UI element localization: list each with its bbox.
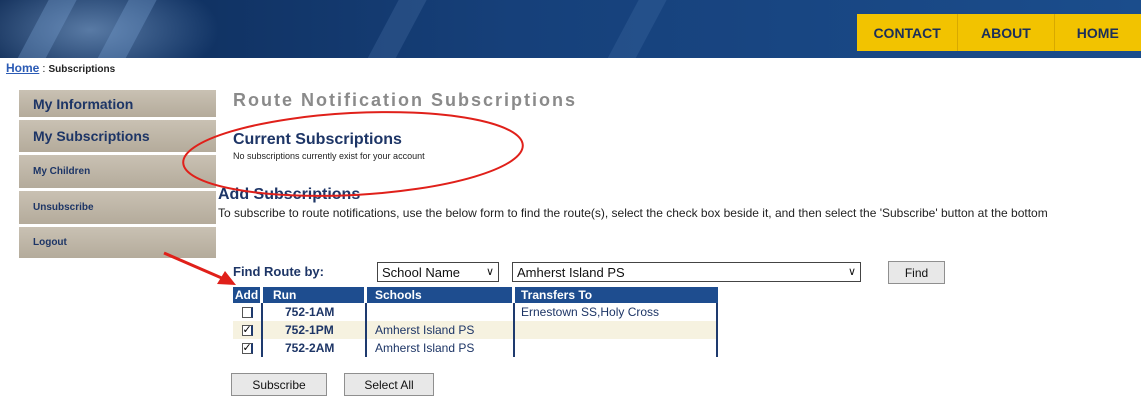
select-all-button[interactable]: Select All — [344, 373, 434, 396]
header-stripe — [590, 0, 678, 58]
route-checkbox[interactable]: ✓ — [241, 323, 253, 336]
schools-cell — [367, 303, 515, 321]
transfers-cell — [515, 339, 718, 357]
header-run: Run — [263, 287, 367, 303]
school-select-value: Amherst Island PS — [517, 264, 625, 280]
sidebar-item-logout[interactable]: Logout — [19, 227, 216, 261]
add-cell: ✓ — [233, 339, 263, 357]
site-header: CONTACT ABOUT HOME — [0, 0, 1141, 58]
find-button[interactable]: Find — [888, 261, 945, 284]
current-subscriptions-heading: Current Subscriptions — [233, 131, 402, 148]
header-transfers: Transfers To — [521, 288, 593, 302]
run-cell: 752-1AM — [263, 303, 367, 321]
header-stripe — [350, 0, 438, 58]
route-checkbox[interactable]: ✓ — [241, 341, 253, 354]
school-select[interactable]: Amherst Island PS ∨ — [512, 262, 861, 282]
add-cell: ✓ — [233, 321, 263, 339]
add-cell — [233, 303, 263, 321]
table-row: ✓ 752-1PM Amherst Island PS — [233, 321, 718, 339]
nav-contact[interactable]: CONTACT — [857, 14, 959, 51]
sidebar: My Information My Subscriptions My Child… — [19, 90, 216, 261]
header-add: Add — [233, 287, 263, 303]
sidebar-item-my-information[interactable]: My Information — [19, 90, 216, 120]
checkmark-icon: ✓ — [242, 323, 252, 336]
sidebar-item-my-subscriptions[interactable]: My Subscriptions — [19, 120, 216, 155]
table-header: Add Run Schools Transfers To — [233, 287, 718, 303]
subscribe-button[interactable]: Subscribe — [231, 373, 327, 396]
top-navbar: CONTACT ABOUT HOME — [857, 14, 1141, 51]
schools-cell: Amherst Island PS — [367, 339, 515, 357]
routes-table: Add Run Schools Transfers To 752-1AM Ern… — [233, 287, 718, 357]
run-cell: 752-1PM — [263, 321, 367, 339]
breadcrumb: Home : Subscriptions — [6, 61, 115, 75]
transfers-cell: Ernestown SS,Holy Cross — [515, 303, 718, 321]
nav-about[interactable]: ABOUT — [958, 14, 1055, 51]
run-cell: 752-2AM — [263, 339, 367, 357]
chevron-down-icon: ∨ — [485, 266, 494, 278]
sidebar-item-unsubscribe[interactable]: Unsubscribe — [19, 191, 216, 227]
sidebar-item-my-children[interactable]: My Children — [19, 155, 216, 191]
header-schools: Schools — [367, 287, 515, 303]
breadcrumb-current: Subscriptions — [48, 64, 116, 75]
find-route-label: Find Route by: — [233, 264, 324, 279]
find-by-select[interactable]: School Name ∨ — [377, 262, 499, 282]
breadcrumb-home-link[interactable]: Home — [6, 61, 39, 75]
find-by-value: School Name — [382, 264, 461, 280]
schools-cell: Amherst Island PS — [367, 321, 515, 339]
page-title: Route Notification Subscriptions — [233, 90, 578, 110]
no-subscriptions-note: No subscriptions currently exist for you… — [233, 151, 425, 161]
table-row: 752-1AM Ernestown SS,Holy Cross — [233, 303, 718, 321]
checkmark-icon: ✓ — [242, 341, 252, 354]
table-row: ✓ 752-2AM Amherst Island PS — [233, 339, 718, 357]
route-checkbox[interactable] — [241, 306, 253, 318]
breadcrumb-separator: : — [39, 63, 49, 75]
add-subscriptions-heading: Add Subscriptions — [218, 186, 361, 203]
transfers-cell — [515, 321, 718, 339]
add-subscriptions-description: To subscribe to route notifications, use… — [218, 206, 1048, 220]
nav-home[interactable]: HOME — [1055, 14, 1141, 51]
chevron-down-icon: ∨ — [847, 266, 856, 278]
